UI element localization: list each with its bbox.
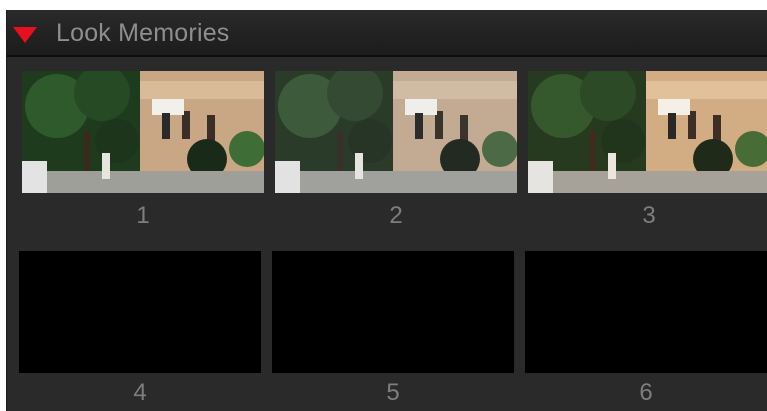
memory-label-2: 2 — [389, 202, 403, 229]
triangle-down-icon[interactable] — [13, 27, 37, 43]
memory-label-5: 5 — [386, 379, 400, 406]
memory-label-3: 3 — [642, 202, 656, 229]
memory-slot-1[interactable]: 1 — [22, 71, 264, 241]
memory-thumbnail-6[interactable] — [525, 251, 767, 373]
memory-thumbnail-3[interactable] — [528, 71, 767, 193]
memory-label-1: 1 — [136, 202, 150, 229]
panel-title: Look Memories — [56, 19, 230, 47]
street-scene-image — [528, 71, 767, 193]
panel-header[interactable]: Look Memories — [7, 10, 767, 57]
street-scene-image — [22, 71, 264, 193]
memory-thumbnail-4[interactable] — [19, 251, 261, 373]
street-scene-image — [275, 71, 517, 193]
memory-label-4: 4 — [133, 379, 147, 406]
memory-slot-2[interactable]: 2 — [275, 71, 517, 241]
memory-slot-3[interactable]: 3 — [528, 71, 767, 241]
memory-slot-6[interactable]: 6 — [525, 251, 767, 411]
look-memories-panel: Look Memories 1 2 3 4 5 6 — [6, 10, 767, 411]
memory-thumbnail-2[interactable] — [275, 71, 517, 193]
memory-thumbnail-1[interactable] — [22, 71, 264, 193]
memory-grid: 1 2 3 4 5 6 — [7, 57, 767, 411]
memory-slot-5[interactable]: 5 — [272, 251, 514, 411]
memory-slot-4[interactable]: 4 — [19, 251, 261, 411]
memory-label-6: 6 — [639, 379, 653, 406]
memory-thumbnail-5[interactable] — [272, 251, 514, 373]
